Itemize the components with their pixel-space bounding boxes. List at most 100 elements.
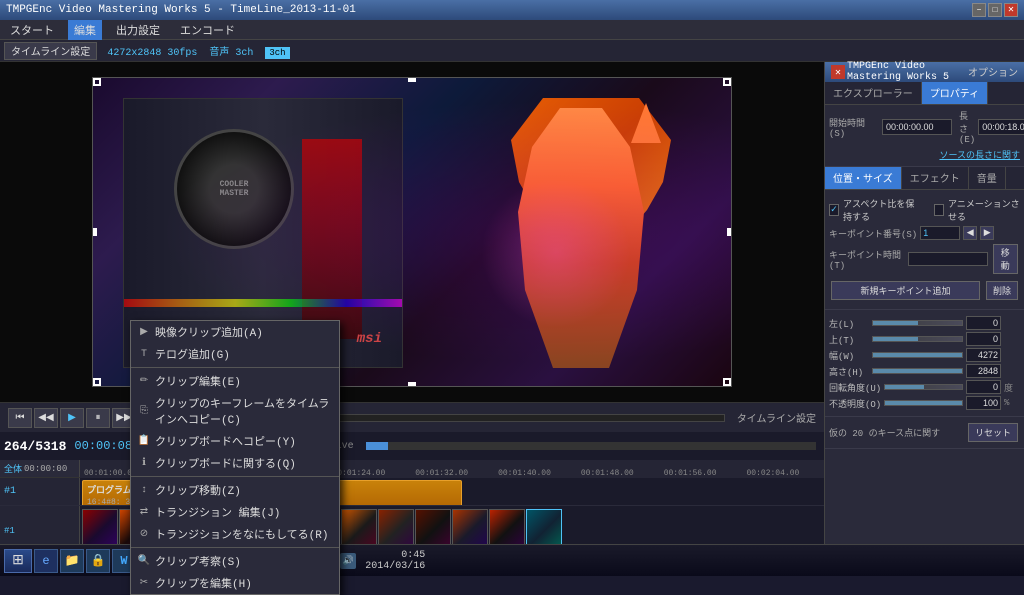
ie-btn[interactable]: e [34, 549, 58, 573]
val-width-input[interactable] [966, 348, 1001, 362]
ctx-sep-2 [131, 476, 339, 477]
panel-main-tabs: エクスプローラー プロパティ [825, 82, 1024, 105]
val-top-label: 上(T) [829, 333, 869, 346]
handle-top[interactable] [408, 78, 416, 82]
val-opacity-input[interactable] [966, 396, 1001, 410]
val-left-input[interactable] [966, 316, 1001, 330]
ctx-add-clip[interactable]: ▶ 映像クリップ追加(A) [131, 321, 339, 343]
start-time-input[interactable] [882, 119, 952, 135]
inspect-icon: 🔍 [137, 554, 151, 568]
ctx-edit2[interactable]: ✂ クリップを編集(H) [131, 572, 339, 576]
source-length-link[interactable]: ソースの長さに関す [939, 151, 1020, 161]
clipboard-icon: 📋 [137, 434, 151, 448]
val-opacity-slider[interactable] [884, 400, 963, 406]
keyframe-number-row: キーポイント番号(S) ◀ ▶ [829, 226, 1020, 240]
tab-explorer[interactable]: エクスプローラー [825, 82, 922, 104]
animation-label: アニメーションさせる [948, 197, 1020, 223]
aspect-checkbox[interactable] [829, 204, 839, 216]
frame-number: 264/5318 [4, 439, 66, 454]
val-left-slider[interactable] [872, 320, 963, 326]
playback-progress[interactable] [366, 442, 816, 450]
value-height-row: 高さ(H) [829, 364, 1020, 378]
frame-counter: 264/5318 00:00:08.80 4272 x 2848, 30 fps… [0, 432, 824, 460]
play-button[interactable]: ▶ [60, 408, 84, 428]
ctx-move-clip[interactable]: ↕ クリップ移動(Z) [131, 479, 339, 501]
minimize-button[interactable]: − [972, 3, 986, 17]
taskbar-clock: 0:45 2014/03/16 [359, 550, 431, 572]
pause-button[interactable]: ⏸ [86, 408, 110, 428]
value-rotation-row: 回転角度(U) 度 [829, 380, 1020, 394]
ctx-edit-transition[interactable]: ⇄ トランジション 編集(J) [131, 501, 339, 523]
resolution-info: 4272x2848 30fps 音声 3ch 3ch [107, 43, 289, 59]
prev-frame-button[interactable]: ⏮ [8, 408, 32, 428]
reset-info: 仮の 20 のキース点に関す [829, 426, 962, 439]
folder-btn[interactable]: 📁 [60, 549, 84, 573]
val-height-input[interactable] [966, 364, 1001, 378]
handle-br[interactable] [723, 378, 731, 386]
val-width-slider[interactable] [872, 352, 963, 358]
keyframe-time-input[interactable] [908, 252, 988, 266]
kf-next-btn[interactable]: ▶ [980, 226, 994, 240]
option-label[interactable]: オプション [968, 64, 1018, 80]
tab-effect[interactable]: エフェクト [902, 167, 969, 189]
ctx-copy-keyframe[interactable]: ⎘ クリップのキーフレームをタイムラインへコピー(C) [131, 392, 339, 430]
start-button[interactable]: ⊞ [4, 549, 32, 573]
val-opacity-label: 不透明度(O) [829, 397, 881, 410]
ctx-inspect[interactable]: 🔍 クリップ考察(S) [131, 550, 339, 572]
animation-checkbox[interactable] [934, 204, 944, 216]
tab-position-size[interactable]: 位置・サイズ [825, 167, 902, 189]
text-icon: T [137, 347, 151, 361]
handle-tr[interactable] [723, 78, 731, 86]
ctx-clipboard-info[interactable]: ℹ クリップボードに関する(Q) [131, 452, 339, 474]
reset-button[interactable]: リセット [968, 423, 1018, 442]
keyframe-num-input[interactable] [920, 226, 960, 240]
menu-start[interactable]: スタート [4, 20, 60, 40]
tab-properties[interactable]: プロパティ [922, 82, 988, 104]
add-keypoint-btn[interactable]: 新規キーポイント追加 [831, 281, 980, 300]
value-left-row: 左(L) [829, 316, 1020, 330]
reset-section: 仮の 20 のキース点に関す リセット [825, 417, 1024, 449]
transition-icon: ⇄ [137, 505, 151, 519]
ctx-edit-clip[interactable]: ✏ クリップ編集(E) [131, 370, 339, 392]
kf-prev-btn[interactable]: ◀ [963, 226, 977, 240]
ctx-no-transition[interactable]: ⊘ トランジションをなにもしてる(R) [131, 523, 339, 545]
right-panel-title: TMPGEnc Video Mastering Works 5 [847, 61, 966, 83]
track-1-label: #1 [0, 478, 80, 505]
length-input[interactable] [978, 119, 1024, 135]
right-close-btn[interactable]: ✕ [831, 65, 845, 79]
menu-output[interactable]: 出力設定 [110, 20, 166, 40]
app-title: TMPGEnc Video Mastering Works 5 - TimeLi… [6, 4, 356, 16]
val-height-slider[interactable] [872, 368, 963, 374]
tray-icon-volume: 🔊 [340, 553, 356, 569]
start-time-row: 開始時間(S) 長さ(E) [829, 109, 1020, 145]
aspect-ratio-row: アスペクト比を保持する アニメーションさせる [829, 197, 1020, 223]
handle-right[interactable] [727, 228, 731, 236]
value-opacity-row: 不透明度(O) % [829, 396, 1020, 410]
handle-bottom[interactable] [408, 382, 416, 386]
val-top-input[interactable] [966, 332, 1001, 346]
keyframe-num-label: キーポイント番号(S) [829, 227, 917, 240]
seek-btn[interactable]: 移動 [993, 244, 1018, 274]
tab-volume[interactable]: 音量 [969, 167, 1006, 189]
val-rotation-input[interactable] [966, 380, 1001, 394]
menu-encode[interactable]: エンコード [174, 20, 241, 40]
step-back-button[interactable]: ◀◀ [34, 408, 58, 428]
ctx-sep-1 [131, 367, 339, 368]
val-top-slider[interactable] [872, 336, 963, 342]
val-rotation-slider[interactable] [884, 384, 963, 390]
ctx-copy-clipboard[interactable]: 📋 クリップボードへコピー(Y) [131, 430, 339, 452]
delete-keypoint-btn[interactable]: 削除 [986, 281, 1018, 300]
ctx-add-telop[interactable]: T テログ追加(G) [131, 343, 339, 365]
ctx-sep-3 [131, 547, 339, 548]
handle-tl[interactable] [93, 78, 101, 86]
aspect-section: アスペクト比を保持する アニメーションさせる キーポイント番号(S) ◀ ▶ キ… [825, 190, 1024, 310]
maximize-button[interactable]: □ [988, 3, 1002, 17]
timeline-settings-toolbar-btn[interactable]: タイムライン設定 [4, 42, 97, 60]
handle-left[interactable] [93, 228, 97, 236]
rotation-unit: 度 [1004, 381, 1020, 394]
menu-edit[interactable]: 編集 [68, 20, 102, 40]
lock-btn[interactable]: 🔒 [86, 549, 110, 573]
handle-bl[interactable] [93, 378, 101, 386]
close-button[interactable]: ✕ [1004, 3, 1018, 17]
length-label: 長さ(E) [959, 109, 975, 145]
